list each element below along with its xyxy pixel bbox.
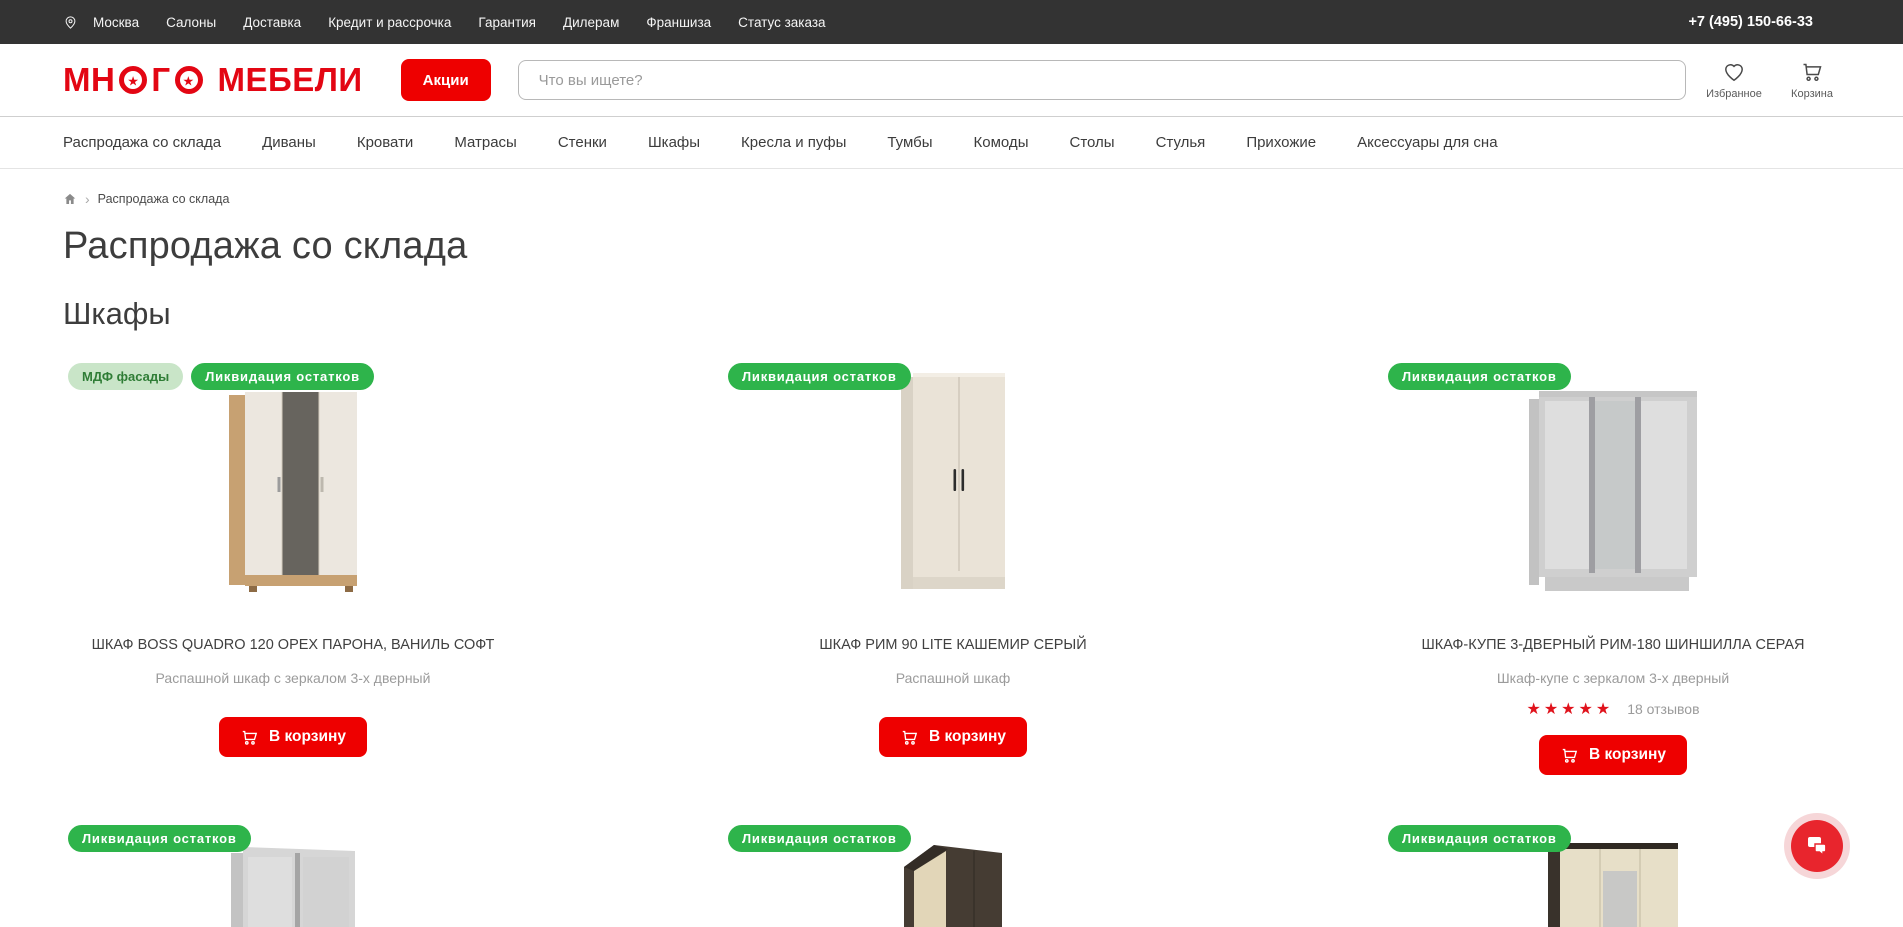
search-input[interactable] [518, 60, 1686, 100]
product-image[interactable] [1548, 839, 1678, 927]
favorites-label: Избранное [1706, 88, 1762, 100]
badge-clearance: Ликвидация остатков [68, 825, 251, 852]
wardrobe-image [1529, 387, 1697, 593]
nav-item-nightstands[interactable]: Тумбы [887, 134, 932, 151]
location-pin-icon [63, 15, 78, 30]
nav-item-hallways[interactable]: Прихожие [1246, 134, 1316, 151]
home-icon[interactable] [63, 192, 77, 206]
logo-star-o-icon: ★ [175, 66, 203, 94]
breadcrumb-separator: › [85, 192, 90, 206]
topbar-link-city[interactable]: Москва [93, 15, 139, 30]
nav-item-wardrobes[interactable]: Шкафы [648, 134, 700, 151]
topbar-link-franchise[interactable]: Франшиза [646, 15, 711, 30]
star-rating-icon: ★★★★★ [1526, 699, 1613, 719]
product-card: Ликвидация остатков [63, 825, 523, 927]
wardrobe-image [904, 839, 1002, 927]
cart-button[interactable]: Корзина [1784, 60, 1840, 100]
section-title: Шкафы [0, 297, 1903, 331]
nav-item-sale[interactable]: Распродажа со склада [63, 134, 221, 151]
nav-item-beds[interactable]: Кровати [357, 134, 413, 151]
category-nav: Распродажа со склада Диваны Кровати Матр… [0, 117, 1903, 169]
nav-item-chairs[interactable]: Стулья [1156, 134, 1206, 151]
product-title[interactable]: ШКАФ-КУПЕ 3-ДВЕРНЫЙ РИМ-180 ШИНШИЛЛА СЕР… [1421, 637, 1804, 653]
product-image-boss-quadro[interactable] [229, 377, 357, 593]
badge-clearance: Ликвидация остатков [191, 363, 374, 390]
site-header: МН★Г★МЕБЕЛИ Акции Избранное Корзина [0, 44, 1903, 117]
product-card: Ликвидация остатков ШКАФ РИМ 90 LITE КАШ… [723, 363, 1183, 775]
add-to-cart-button[interactable]: В корзину [219, 717, 367, 757]
nav-item-sofas[interactable]: Диваны [262, 134, 316, 151]
badge-clearance: Ликвидация остатков [728, 363, 911, 390]
promos-button[interactable]: Акции [401, 59, 491, 101]
wardrobe-image [229, 387, 357, 593]
add-to-cart-button[interactable]: В корзину [1539, 735, 1687, 775]
top-bar: Москва Салоны Доставка Кредит и рассрочк… [0, 0, 1903, 44]
product-card: Ликвидация остатков ШКАФ-КУПЕ 3-ДВЕРНЫЙ … [1383, 363, 1843, 775]
wardrobe-image [231, 839, 355, 927]
product-image-rim-90[interactable] [901, 377, 1005, 593]
product-subtitle: Шкаф-купе с зеркалом 3-х дверный [1497, 670, 1729, 686]
logo[interactable]: МН★Г★МЕБЕЛИ [63, 61, 363, 99]
heart-icon [1722, 60, 1746, 84]
wardrobe-image [901, 371, 1005, 593]
topbar-link-order-status[interactable]: Статус заказа [738, 15, 825, 30]
page-title: Распродажа со склада [0, 225, 1903, 268]
cart-label: Корзина [1791, 88, 1833, 100]
nav-item-tables[interactable]: Столы [1069, 134, 1114, 151]
topbar-link-credit[interactable]: Кредит и рассрочка [328, 15, 451, 30]
product-grid: МДФ фасады Ликвидация остатков ШКАФ BOSS… [0, 363, 1903, 927]
product-subtitle: Распашной шкаф с зеркалом 3-х дверный [156, 670, 431, 686]
product-image[interactable] [231, 839, 355, 927]
logo-text-1: МН [63, 61, 115, 99]
add-to-cart-button[interactable]: В корзину [879, 717, 1027, 757]
product-subtitle: Распашной шкаф [896, 670, 1010, 686]
topbar-link-warranty[interactable]: Гарантия [478, 15, 536, 30]
review-count: 18 отзывов [1627, 701, 1699, 717]
product-rating: ★★★★★ 18 отзывов [1526, 699, 1699, 719]
product-image[interactable] [904, 839, 1002, 927]
breadcrumb-current: Распродажа со склада [98, 192, 230, 206]
nav-item-sleep-accessories[interactable]: Аксессуары для сна [1357, 134, 1497, 151]
favorites-button[interactable]: Избранное [1706, 60, 1762, 100]
logo-star-o-icon: ★ [119, 66, 147, 94]
logo-text-2: Г [151, 61, 170, 99]
product-title[interactable]: ШКАФ BOSS QUADRO 120 ОРЕХ ПАРОНА, ВАНИЛЬ… [92, 637, 495, 653]
nav-item-wall-units[interactable]: Стенки [558, 134, 607, 151]
product-image-rim-180[interactable] [1529, 377, 1697, 593]
badge-clearance: Ликвидация остатков [1388, 363, 1571, 390]
badge-mdf: МДФ фасады [68, 363, 183, 390]
topbar-link-dealers[interactable]: Дилерам [563, 15, 619, 30]
nav-item-dressers[interactable]: Комоды [974, 134, 1029, 151]
chat-icon [1804, 833, 1830, 859]
breadcrumb: › Распродажа со склада [0, 192, 1903, 206]
badge-clearance: Ликвидация остатков [728, 825, 911, 852]
logo-text-3: МЕБЕЛИ [218, 61, 363, 99]
cart-icon [1560, 746, 1579, 765]
badge-clearance: Ликвидация остатков [1388, 825, 1571, 852]
product-card: Ликвидация остатков [1383, 825, 1843, 927]
nav-item-mattresses[interactable]: Матрасы [454, 134, 517, 151]
chat-widget-button[interactable] [1784, 813, 1850, 879]
cart-icon [240, 728, 259, 747]
topbar-link-salons[interactable]: Салоны [166, 15, 216, 30]
phone-number[interactable]: +7 (495) 150-66-33 [1688, 14, 1813, 30]
nav-item-armchairs[interactable]: Кресла и пуфы [741, 134, 846, 151]
wardrobe-image [1548, 839, 1678, 927]
product-card: МДФ фасады Ликвидация остатков ШКАФ BOSS… [63, 363, 523, 775]
product-title[interactable]: ШКАФ РИМ 90 LITE КАШЕМИР СЕРЫЙ [819, 637, 1086, 653]
cart-icon [1800, 60, 1824, 84]
cart-icon [900, 728, 919, 747]
product-card: Ликвидация остатков [723, 825, 1183, 927]
topbar-link-delivery[interactable]: Доставка [243, 15, 301, 30]
